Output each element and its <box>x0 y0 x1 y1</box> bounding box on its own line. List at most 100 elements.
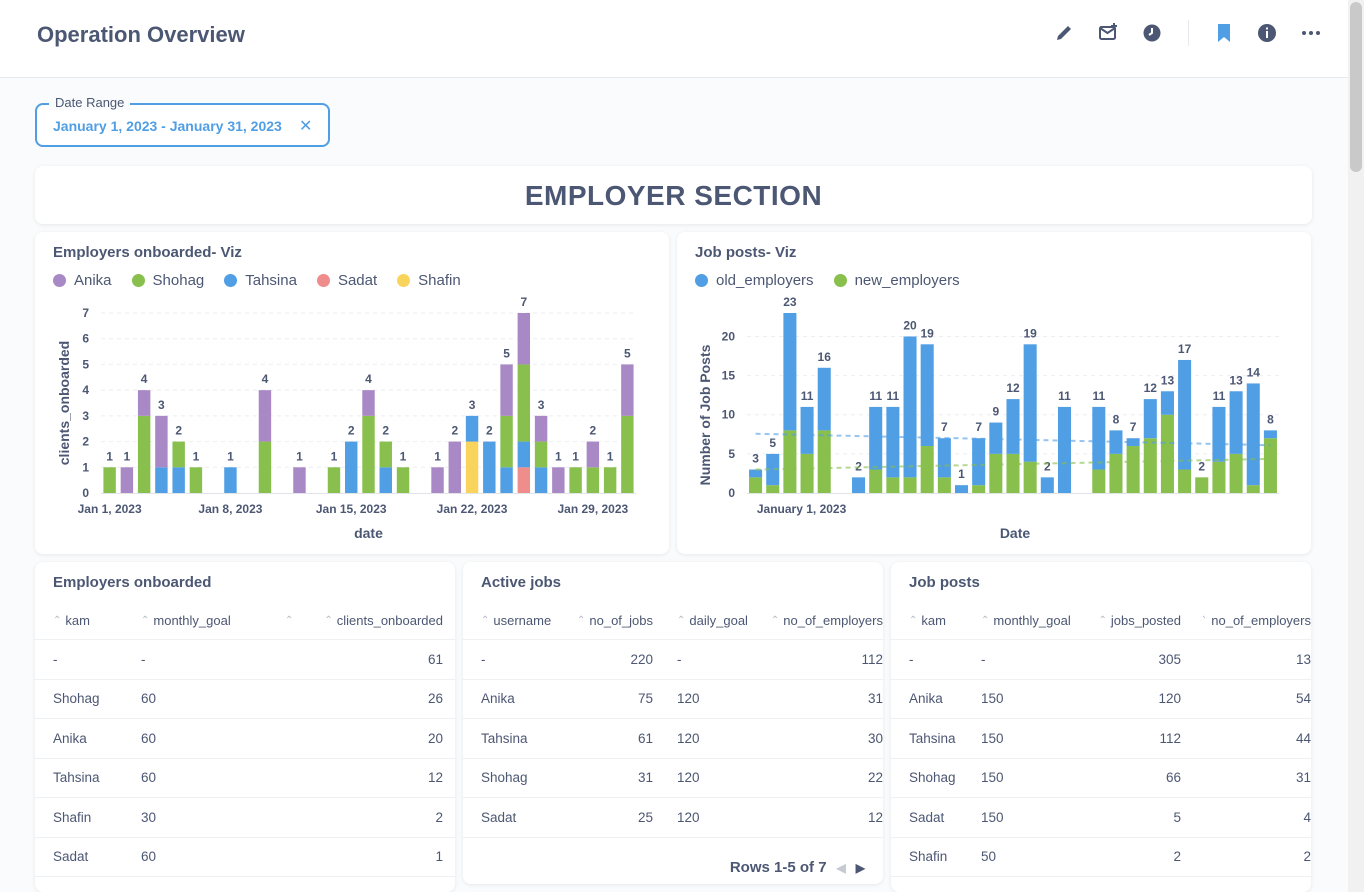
sort-icon[interactable]: ⌃ <box>481 615 489 626</box>
table-row[interactable]: - 220 - 112 <box>463 640 883 680</box>
bar-segment[interactable] <box>989 453 1003 493</box>
bar-segment[interactable] <box>800 453 814 493</box>
date-range-filter[interactable]: Date Range January 1, 2023 - January 31,… <box>35 95 330 147</box>
table-row[interactable]: Anika 150 120 54 <box>891 680 1311 719</box>
table-row[interactable]: - - 61 <box>35 640 455 680</box>
bar-segment[interactable] <box>869 406 883 470</box>
table-row[interactable]: Shohag 31 120 22 <box>463 759 883 798</box>
bar-segment[interactable] <box>1212 461 1226 493</box>
bar-segment[interactable] <box>500 467 513 493</box>
bar-segment[interactable] <box>379 467 392 493</box>
bar-segment[interactable] <box>1023 344 1037 462</box>
bar-segment[interactable] <box>1143 399 1157 439</box>
scrollbar[interactable] <box>1348 0 1364 892</box>
bar-segment[interactable] <box>120 467 134 493</box>
bar-segment[interactable] <box>749 477 763 493</box>
bar-segment[interactable] <box>1006 399 1020 454</box>
bar-segment[interactable] <box>1212 406 1226 462</box>
bar-segment[interactable] <box>1246 383 1260 486</box>
bar-segment[interactable] <box>517 364 531 442</box>
bar-segment[interactable] <box>937 477 951 493</box>
table-row[interactable]: Shafin 30 2 <box>35 798 455 838</box>
bar-segment[interactable] <box>817 367 831 431</box>
bar-segment[interactable] <box>1246 485 1260 493</box>
more-icon[interactable] <box>1300 22 1322 44</box>
sort-icon[interactable]: ⌃ <box>1203 615 1207 626</box>
table-row[interactable]: Sadat 150 5 4 <box>891 798 1311 838</box>
bar-segment[interactable] <box>800 406 814 454</box>
sort-icon[interactable]: ⌃ <box>909 615 917 626</box>
bar-segment[interactable] <box>920 446 934 493</box>
bar-segment[interactable] <box>448 441 462 493</box>
column-header[interactable]: ⌃ <box>285 602 305 639</box>
sort-icon[interactable]: ⌃ <box>677 615 685 626</box>
bar-segment[interactable] <box>972 485 986 493</box>
bar-segment[interactable] <box>1109 453 1123 493</box>
column-header[interactable]: ⌃ kam <box>909 602 981 639</box>
bar-segment[interactable] <box>483 441 496 493</box>
bar-segment[interactable] <box>1178 359 1192 470</box>
bar-segment[interactable] <box>137 415 151 493</box>
table-row[interactable]: Tahsina 60 12 <box>35 759 455 798</box>
pencil-icon[interactable] <box>1053 22 1075 44</box>
bar-segment[interactable] <box>293 467 306 493</box>
sort-icon[interactable]: ⌃ <box>773 615 779 626</box>
bar-segment[interactable] <box>465 415 479 442</box>
bar-segment[interactable] <box>817 430 831 493</box>
bar-segment[interactable] <box>258 441 272 493</box>
info-icon[interactable] <box>1256 22 1278 44</box>
bar-segment[interactable] <box>172 441 185 468</box>
bar-segment[interactable] <box>327 467 341 493</box>
column-header[interactable]: ⌃ clients_onboarded <box>315 602 443 639</box>
bar-segment[interactable] <box>586 441 600 468</box>
chevron-left-icon[interactable]: ◀ <box>837 861 846 875</box>
bar-segment[interactable] <box>1178 469 1192 493</box>
table-row[interactable]: Shohag 150 66 31 <box>891 759 1311 798</box>
bar-segment[interactable] <box>189 467 203 493</box>
chevron-right-icon[interactable]: ▶ <box>856 861 865 875</box>
bar-segment[interactable] <box>517 467 531 493</box>
sort-icon[interactable]: ⌃ <box>141 615 149 626</box>
bar-segment[interactable] <box>517 441 531 468</box>
table-row[interactable]: Anika 60 20 <box>35 719 455 759</box>
table-row[interactable]: Sadat 60 1 <box>35 838 455 877</box>
table-row[interactable]: Anika 75 120 31 <box>463 680 883 719</box>
table-title[interactable]: Job posts <box>909 574 980 591</box>
bar-segment[interactable] <box>903 477 917 493</box>
sort-icon[interactable]: ⌃ <box>53 615 61 626</box>
bar-segment[interactable] <box>1143 438 1157 493</box>
bar-segment[interactable] <box>903 336 917 478</box>
column-header[interactable]: ⌃ no_of_employers <box>773 602 883 639</box>
bar-segment[interactable] <box>258 390 272 442</box>
bar-segment[interactable] <box>155 415 168 468</box>
sort-icon[interactable]: ⌃ <box>577 615 585 626</box>
bar-segment[interactable] <box>431 467 444 493</box>
bar-segment[interactable] <box>465 441 479 493</box>
column-header[interactable]: ⌃ jobs_posted <box>1097 602 1181 639</box>
bar-segment[interactable] <box>362 415 375 493</box>
bar-segment[interactable] <box>224 467 237 493</box>
bar-segment[interactable] <box>621 364 634 416</box>
bar-segment[interactable] <box>586 467 600 493</box>
bar-segment[interactable] <box>1195 477 1209 493</box>
table-row[interactable]: - - 305 13 <box>891 640 1311 680</box>
bar-segment[interactable] <box>1040 477 1054 493</box>
bar-segment[interactable] <box>1006 453 1020 493</box>
bar-segment[interactable] <box>362 390 375 416</box>
column-header[interactable]: ⌃ daily_goal <box>677 602 769 639</box>
bar-segment[interactable] <box>1263 438 1277 493</box>
bar-segment[interactable] <box>937 438 951 478</box>
bar-segment[interactable] <box>1092 469 1106 493</box>
bar-segment[interactable] <box>534 415 548 442</box>
bar-segment[interactable] <box>1057 406 1072 493</box>
bar-segment[interactable] <box>972 438 986 486</box>
bar-segment[interactable] <box>749 469 763 478</box>
bar-segment[interactable] <box>1126 446 1140 493</box>
bar-segment[interactable] <box>534 441 548 468</box>
sort-icon[interactable]: ⌃ <box>324 615 332 626</box>
bar-segment[interactable] <box>954 485 969 493</box>
bar-segment[interactable] <box>766 485 780 493</box>
table-title[interactable]: Employers onboarded <box>53 574 211 591</box>
bar-segment[interactable] <box>1263 430 1277 439</box>
column-header[interactable]: ⌃ username <box>481 602 576 639</box>
